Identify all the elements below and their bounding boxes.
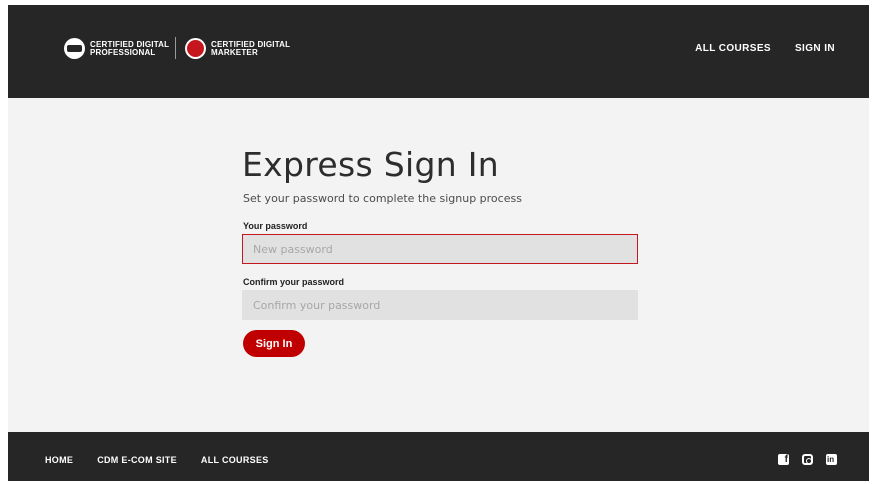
social-links bbox=[778, 453, 837, 466]
page: CERTIFIED DIGITAL PROFESSIONAL CERTIFIED… bbox=[8, 5, 869, 481]
cdp-logo-line2: PROFESSIONAL bbox=[90, 47, 156, 57]
cdm-badge-icon bbox=[185, 38, 206, 59]
site-header: CERTIFIED DIGITAL PROFESSIONAL CERTIFIED… bbox=[8, 5, 869, 98]
header-nav: ALL COURSES SIGN IN bbox=[695, 43, 835, 54]
confirm-password-label: Confirm your password bbox=[243, 277, 345, 287]
page-subtitle: Set your password to complete the signup… bbox=[243, 192, 522, 205]
facebook-icon[interactable] bbox=[778, 453, 789, 466]
password-label: Your password bbox=[243, 221, 308, 231]
cdp-logo-text: CERTIFIED DIGITAL PROFESSIONAL bbox=[90, 40, 169, 57]
cdm-logo[interactable]: CERTIFIED DIGITAL MARKETER bbox=[185, 38, 290, 59]
cdm-logo-text: CERTIFIED DIGITAL MARKETER bbox=[211, 40, 290, 57]
cdm-logo-line2: MARKETER bbox=[211, 47, 258, 57]
footer-nav: HOME CDM E-COM SITE ALL COURSES bbox=[45, 455, 269, 465]
footer-link-home[interactable]: HOME bbox=[45, 455, 73, 465]
footer-link-courses[interactable]: ALL COURSES bbox=[201, 455, 269, 465]
sign-in-button[interactable]: Sign In bbox=[243, 330, 305, 357]
password-input[interactable] bbox=[242, 234, 638, 264]
cdp-logo[interactable]: CERTIFIED DIGITAL PROFESSIONAL bbox=[64, 38, 169, 59]
instagram-icon[interactable] bbox=[802, 454, 813, 465]
confirm-password-input[interactable] bbox=[242, 290, 638, 320]
nav-sign-in[interactable]: SIGN IN bbox=[795, 43, 835, 54]
cdp-badge-icon bbox=[64, 38, 85, 59]
nav-all-courses[interactable]: ALL COURSES bbox=[695, 43, 771, 54]
footer-link-ecom[interactable]: CDM E-COM SITE bbox=[97, 455, 177, 465]
logo-divider bbox=[175, 37, 176, 59]
page-title: Express Sign In bbox=[242, 145, 499, 184]
site-footer: HOME CDM E-COM SITE ALL COURSES bbox=[8, 432, 869, 481]
linkedin-icon[interactable] bbox=[826, 454, 837, 465]
